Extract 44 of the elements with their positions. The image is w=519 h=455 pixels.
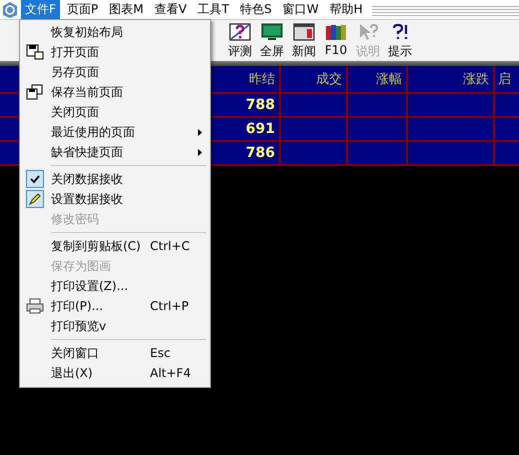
chart-icon: [229, 23, 251, 41]
toolbar-grip[interactable]: [372, 4, 519, 16]
monitor-icon: [261, 23, 283, 41]
menu-bar-item[interactable]: 工具T: [194, 0, 234, 19]
menu-bar-item[interactable]: 文件F: [21, 0, 60, 19]
menu-item[interactable]: 复制到剪贴板(C) Ctrl+C: [22, 236, 208, 256]
menu-bar-item[interactable]: 查看V: [150, 0, 191, 19]
menu-item[interactable]: 打开页面: [22, 42, 208, 62]
toolbar-button[interactable]: 提示: [384, 20, 416, 61]
app-logo-icon[interactable]: [1, 0, 19, 18]
table-cell: [348, 142, 408, 166]
menu-item[interactable]: 打印设置(Z)...: [22, 276, 208, 296]
pointer-question-icon: [357, 23, 379, 41]
printer-icon: [26, 298, 44, 314]
column-header[interactable]: 涨跌: [408, 66, 495, 94]
pencil-icon: [26, 190, 44, 208]
table-cell: [281, 118, 348, 142]
menu-bar-item[interactable]: 页面P: [62, 0, 102, 19]
table-cell: [281, 142, 348, 166]
stacked-pages-icon: [26, 84, 44, 100]
window-icon: [293, 23, 315, 41]
menu-item[interactable]: 退出(X) Alt+F4: [22, 363, 208, 383]
table-cell: [281, 94, 348, 118]
toolbar-button[interactable]: 全屏: [256, 20, 288, 61]
menu-item[interactable]: 打印预览v: [22, 316, 208, 336]
toolbar-button[interactable]: F10: [320, 20, 352, 61]
menu-bar-item[interactable]: 窗口W: [278, 0, 323, 19]
menu-item[interactable]: 关闭窗口 Esc: [22, 343, 208, 363]
menu-item[interactable]: 打印(P)... Ctrl+P: [22, 296, 208, 316]
menu-item[interactable]: 关闭数据接收: [22, 169, 208, 189]
menu-bar-item[interactable]: 图表M: [105, 0, 148, 19]
books-icon: [325, 23, 347, 41]
toolbar-button[interactable]: 评测: [224, 20, 256, 61]
toolbar-button[interactable]: 新闻: [288, 20, 320, 61]
menu-item[interactable]: 恢复初始布局: [22, 22, 208, 42]
table-cell: [348, 118, 408, 142]
menu-item[interactable]: 设置数据接收: [22, 189, 208, 209]
menu-bar-item[interactable]: 帮助H: [326, 0, 367, 19]
column-header[interactable]: 涨幅: [348, 66, 408, 94]
column-header[interactable]: 成交: [281, 66, 348, 94]
column-header[interactable]: 启: [495, 66, 519, 94]
table-cell: [348, 94, 408, 118]
floppy-icon: [26, 44, 44, 60]
menu-bar-item[interactable]: 特色S: [236, 0, 276, 19]
